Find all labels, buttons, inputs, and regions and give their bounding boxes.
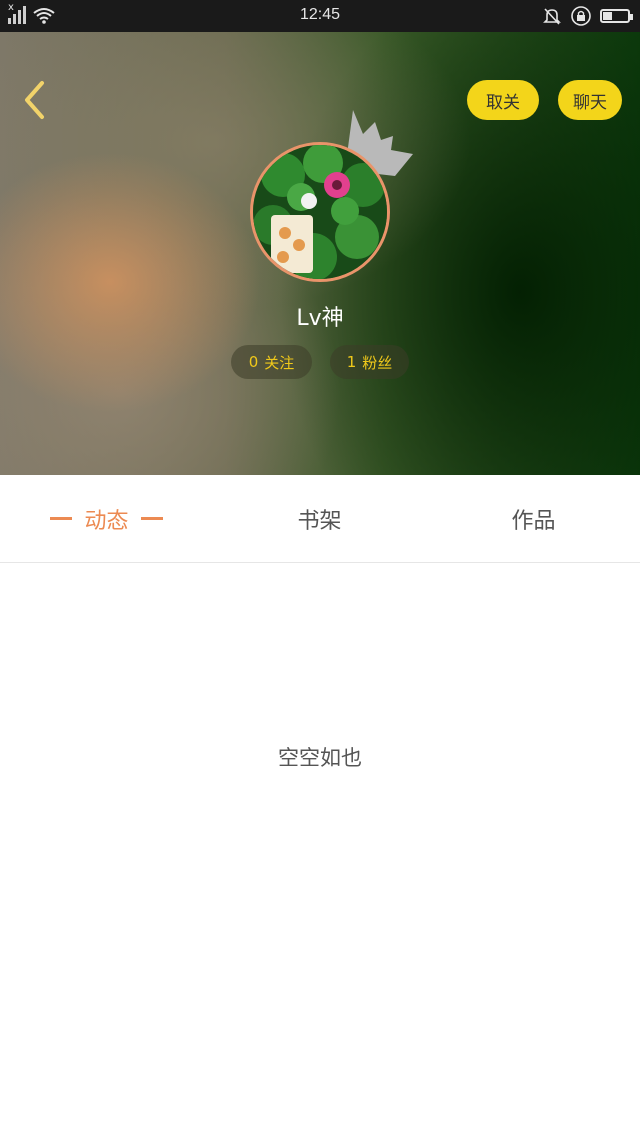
- active-indicator-right: [140, 517, 163, 520]
- tab-dynamics[interactable]: 动态: [0, 475, 213, 562]
- back-button[interactable]: [14, 80, 54, 120]
- profile-tabs: 动态 书架 作品: [0, 475, 640, 563]
- chat-button[interactable]: 聊天: [558, 80, 622, 120]
- tab-works[interactable]: 作品: [427, 475, 640, 562]
- username: Lv神: [296, 306, 344, 331]
- fans-label: 粉丝: [362, 353, 393, 372]
- following-count: 0: [248, 353, 259, 371]
- avatar[interactable]: [250, 142, 390, 282]
- chevron-left-icon: [25, 81, 44, 119]
- tab-label: 书架: [297, 508, 342, 534]
- empty-state-text: 空空如也: [278, 746, 362, 770]
- following-label: 关注: [264, 353, 295, 372]
- avatar-image: [253, 145, 387, 279]
- tab-label: 动态: [84, 508, 129, 534]
- lock-rotation-icon: [571, 6, 591, 26]
- following-count-button[interactable]: 0 关注: [231, 345, 312, 379]
- fans-count: 1: [346, 353, 357, 371]
- status-bar: x 12:45: [0, 0, 640, 32]
- bell-muted-icon: [543, 8, 561, 25]
- unfollow-button[interactable]: 取关: [467, 80, 539, 120]
- active-indicator-left: [50, 517, 73, 520]
- status-bar-right: [542, 5, 633, 27]
- fans-count-button[interactable]: 1 粉丝: [330, 345, 409, 379]
- profile-header: 取关 聊天 Lv神 0 关注 1 粉丝: [0, 32, 640, 475]
- battery-icon: [600, 9, 633, 23]
- tab-bookshelf[interactable]: 书架: [213, 475, 426, 562]
- tab-label: 作品: [511, 508, 556, 534]
